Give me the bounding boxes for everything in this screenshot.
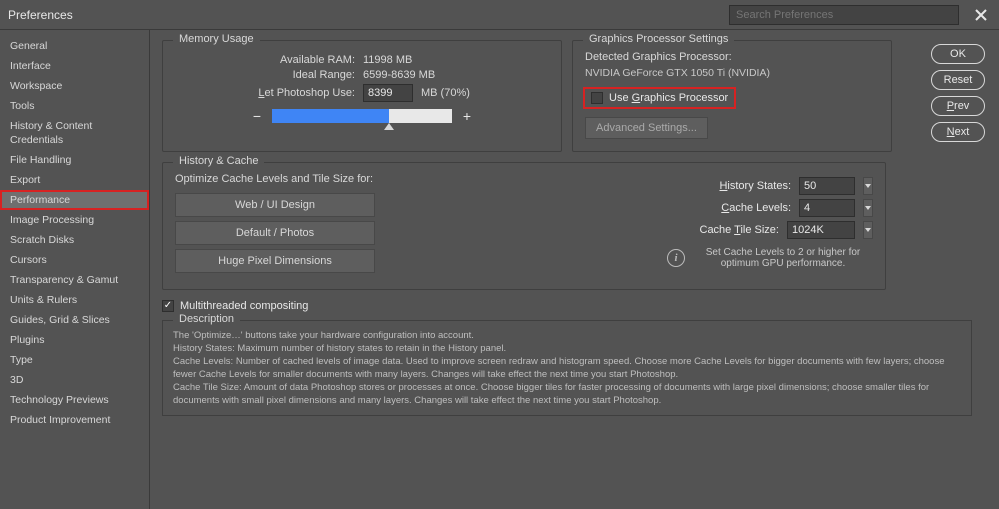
- memory-legend: Memory Usage: [173, 33, 260, 45]
- cache-levels-label: Cache Levels:: [721, 202, 791, 214]
- ok-button[interactable]: OK: [931, 44, 985, 64]
- history-states-dropdown-button[interactable]: [863, 177, 873, 195]
- cache-levels-dropdown-button[interactable]: [863, 199, 873, 217]
- dialog-title: Preferences: [8, 8, 73, 22]
- sidebar-item-type[interactable]: Type: [0, 350, 149, 370]
- let-use-label: Let Photoshop Use:: [175, 87, 355, 99]
- available-ram-value: 11998 MB: [363, 54, 412, 66]
- close-button[interactable]: [971, 5, 991, 25]
- sidebar-item-image-processing[interactable]: Image Processing: [0, 210, 149, 230]
- optimize-default-button[interactable]: Default / Photos: [175, 221, 375, 245]
- sidebar-item-file-handling[interactable]: File Handling: [0, 150, 149, 170]
- info-icon: i: [667, 249, 685, 267]
- chevron-down-icon: [865, 206, 871, 210]
- gpu-settings-group: Graphics Processor Settings Detected Gra…: [572, 40, 892, 152]
- multithread-label[interactable]: Multithreaded compositing: [180, 300, 308, 312]
- sidebar-item-scratch-disks[interactable]: Scratch Disks: [0, 230, 149, 250]
- use-gpu-highlight: Use Graphics Processor: [585, 89, 734, 107]
- sidebar-item-interface[interactable]: Interface: [0, 56, 149, 76]
- slider-minus-button[interactable]: −: [250, 108, 264, 124]
- next-button[interactable]: Next: [931, 122, 985, 142]
- description-text: The 'Optimize…' buttons take your hardwa…: [173, 329, 961, 407]
- use-gpu-label[interactable]: Use Graphics Processor: [609, 92, 728, 104]
- ideal-range-label: Ideal Range:: [175, 69, 355, 81]
- close-icon: [975, 9, 987, 21]
- optimize-huge-button[interactable]: Huge Pixel Dimensions: [175, 249, 375, 273]
- ideal-range-value: 6599-8639 MB: [363, 69, 435, 81]
- history-cache-legend: History & Cache: [173, 155, 264, 167]
- sidebar-item-performance[interactable]: Performance: [0, 190, 149, 210]
- sidebar-item-product-improvement[interactable]: Product Improvement: [0, 410, 149, 430]
- sidebar-item-cursors[interactable]: Cursors: [0, 250, 149, 270]
- multithread-checkbox[interactable]: [162, 300, 174, 312]
- cache-tile-field[interactable]: 1024K: [787, 221, 855, 239]
- sidebar-item-workspace[interactable]: Workspace: [0, 76, 149, 96]
- gpu-legend: Graphics Processor Settings: [583, 33, 734, 45]
- slider-plus-button[interactable]: +: [460, 108, 474, 124]
- slider-thumb-icon: [384, 123, 394, 130]
- memory-usage-group: Memory Usage Available RAM: 11998 MB Ide…: [162, 40, 562, 152]
- sidebar-item-guides-grid-slices[interactable]: Guides, Grid & Slices: [0, 310, 149, 330]
- history-states-field[interactable]: 50: [799, 177, 855, 195]
- detected-gpu-value: NVIDIA GeForce GTX 1050 Ti (NVIDIA): [585, 67, 879, 79]
- sidebar-item-export[interactable]: Export: [0, 170, 149, 190]
- sidebar-item-tools[interactable]: Tools: [0, 96, 149, 116]
- chevron-down-icon: [865, 184, 871, 188]
- cache-levels-field[interactable]: 4: [799, 199, 855, 217]
- reset-button[interactable]: Reset: [931, 70, 985, 90]
- sidebar-item-3d[interactable]: 3D: [0, 370, 149, 390]
- sidebar-item-units-rulers[interactable]: Units & Rulers: [0, 290, 149, 310]
- detected-gpu-label: Detected Graphics Processor:: [585, 51, 879, 63]
- cache-info-text: Set Cache Levels to 2 or higher for opti…: [693, 247, 873, 269]
- optimize-web-button[interactable]: Web / UI Design: [175, 193, 375, 217]
- history-states-label: History States:: [719, 180, 791, 192]
- memory-slider[interactable]: [272, 109, 452, 123]
- advanced-settings-button[interactable]: Advanced Settings...: [585, 117, 708, 139]
- prev-button[interactable]: Prev: [931, 96, 985, 116]
- sidebar-item-history-content-credentials[interactable]: History & Content Credentials: [0, 116, 149, 150]
- let-use-input[interactable]: [363, 84, 413, 102]
- sidebar-item-technology-previews[interactable]: Technology Previews: [0, 390, 149, 410]
- use-gpu-checkbox[interactable]: [591, 92, 603, 104]
- available-ram-label: Available RAM:: [175, 54, 355, 66]
- cache-tile-label: Cache Tile Size:: [700, 224, 780, 236]
- description-group: Description The 'Optimize…' buttons take…: [162, 320, 972, 416]
- chevron-down-icon: [865, 228, 871, 232]
- sidebar-item-transparency-gamut[interactable]: Transparency & Gamut: [0, 270, 149, 290]
- search-input[interactable]: [729, 5, 959, 25]
- cache-tile-dropdown-button[interactable]: [863, 221, 873, 239]
- let-use-suffix: MB (70%): [421, 87, 470, 99]
- description-legend: Description: [173, 313, 240, 325]
- optimize-label: Optimize Cache Levels and Tile Size for:: [175, 173, 435, 185]
- history-cache-group: History & Cache Optimize Cache Levels an…: [162, 162, 886, 290]
- sidebar-item-plugins[interactable]: Plugins: [0, 330, 149, 350]
- sidebar-item-general[interactable]: General: [0, 36, 149, 56]
